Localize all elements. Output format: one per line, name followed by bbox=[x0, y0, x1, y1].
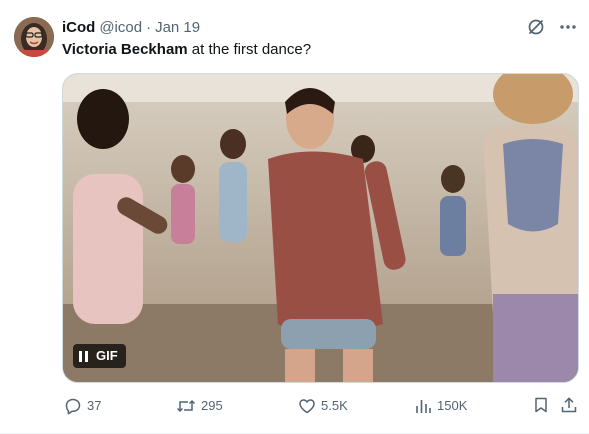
views-button[interactable]: 150K bbox=[414, 396, 467, 416]
like-count: 5.5K bbox=[321, 398, 348, 413]
bookmark-button[interactable] bbox=[532, 396, 550, 414]
reply-icon bbox=[64, 397, 82, 415]
views-icon bbox=[414, 397, 432, 415]
repost-button[interactable]: 295 bbox=[176, 396, 223, 416]
views-count: 150K bbox=[437, 398, 468, 413]
avatar-image bbox=[14, 17, 54, 57]
like-button[interactable]: 5.5K bbox=[298, 396, 348, 416]
tweet-text-rest: at the first dance? bbox=[187, 41, 312, 58]
tweet-text: Victoria Beckham at the first dance? bbox=[62, 40, 311, 60]
author-handle[interactable]: @icod bbox=[99, 19, 142, 36]
gif-label: GIF bbox=[96, 348, 118, 363]
action-bar: 37 295 5.5K 150K bbox=[62, 396, 582, 418]
avatar[interactable] bbox=[14, 17, 54, 57]
repost-icon bbox=[176, 397, 196, 415]
separator-dot: · bbox=[146, 19, 152, 36]
gif-badge[interactable]: GIF bbox=[73, 344, 126, 368]
author-name[interactable]: iCod bbox=[62, 19, 95, 36]
grok-icon[interactable] bbox=[527, 18, 545, 41]
share-icon bbox=[560, 396, 578, 414]
reply-button[interactable]: 37 bbox=[64, 396, 101, 416]
bookmark-icon bbox=[532, 396, 550, 414]
tweet-header: iCod @icod · Jan 19 bbox=[62, 18, 200, 38]
tweet[interactable]: iCod @icod · Jan 19 Victoria Beckham at the… bbox=[0, 0, 589, 434]
heart-icon bbox=[298, 397, 316, 415]
reply-count: 37 bbox=[87, 398, 102, 413]
gif-media[interactable]: GIF bbox=[62, 73, 579, 383]
share-button[interactable] bbox=[560, 396, 578, 414]
tweet-date[interactable]: Jan 19 bbox=[155, 19, 200, 36]
more-icon[interactable] bbox=[559, 18, 577, 41]
top-actions bbox=[527, 18, 577, 41]
repost-count: 295 bbox=[201, 398, 223, 413]
pause-icon[interactable] bbox=[79, 350, 88, 362]
gif-frame bbox=[63, 74, 578, 382]
tweet-text-bold: Victoria Beckham bbox=[62, 41, 188, 58]
